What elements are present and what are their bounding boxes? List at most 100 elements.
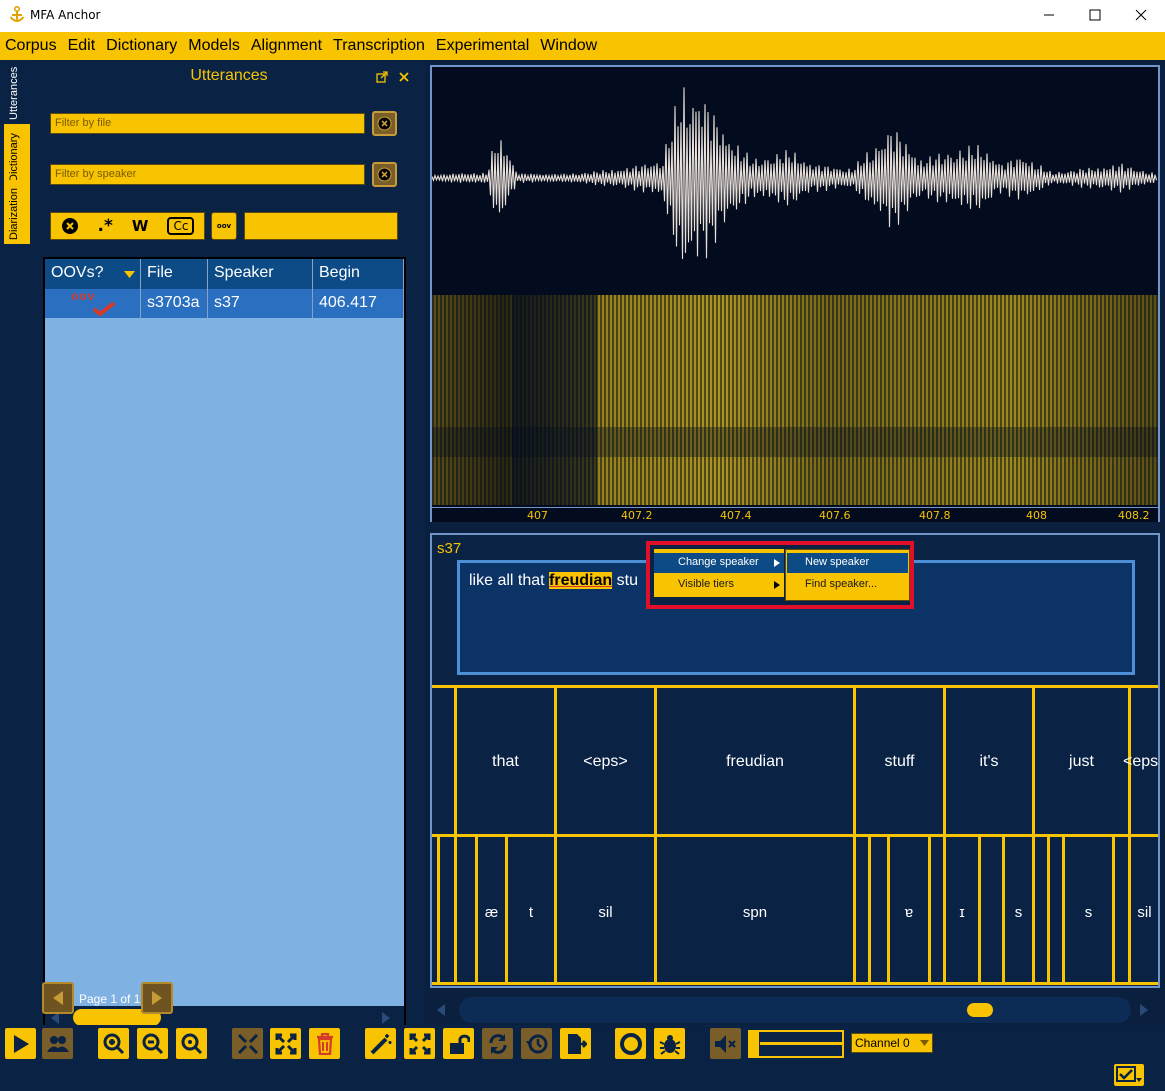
users-icon (46, 1035, 69, 1052)
case-sensitive-toggle[interactable]: Cc (167, 217, 195, 235)
auto-segment-button[interactable] (365, 1028, 396, 1059)
timeline-scrollbar[interactable] (459, 997, 1131, 1023)
phone-interval[interactable]: s (1005, 904, 1032, 921)
phone-interval[interactable]: sil (1131, 904, 1158, 921)
tab-utterances[interactable]: Utterances (4, 64, 30, 122)
panel-title: Utterances (190, 67, 268, 84)
menu-dictionary[interactable]: Dictionary (101, 37, 182, 55)
scroll-left-icon[interactable] (437, 1004, 445, 1016)
column-header-file[interactable]: File (141, 259, 208, 289)
search-options: .* W Cc (50, 212, 205, 240)
menu-item-new-speaker[interactable]: New speaker (787, 553, 908, 573)
menu-window[interactable]: Window (535, 37, 602, 55)
play-button[interactable] (5, 1028, 36, 1059)
zoom-to-selection-button[interactable] (176, 1028, 207, 1059)
zoom-out-icon (142, 1033, 163, 1054)
file-filter-input[interactable]: Filter by file (50, 113, 365, 134)
merge-utterances-button[interactable] (232, 1028, 263, 1059)
undock-icon[interactable] (376, 71, 388, 83)
word-interval[interactable]: <eps (1123, 753, 1158, 771)
time-tick: 407.8 (919, 509, 951, 522)
search-input[interactable] (244, 212, 398, 240)
scroll-right-icon[interactable] (1140, 1004, 1148, 1016)
phone-interval[interactable]: t (508, 904, 554, 921)
help-button[interactable] (615, 1028, 646, 1059)
menu-alignment[interactable]: Alignment (246, 37, 327, 55)
time-tick: 408.2 (1118, 509, 1150, 522)
alignment-tiers: that <eps> freudian stuff it's just <eps… (432, 685, 1158, 985)
report-bug-button[interactable] (654, 1028, 685, 1059)
speaker-filter-input[interactable]: Filter by speaker (50, 164, 365, 185)
oov-word-highlight[interactable]: freudian (549, 572, 613, 589)
column-header-oovs[interactable]: OOVs? (45, 259, 141, 289)
word-interval[interactable]: <eps> (557, 753, 654, 771)
clear-speaker-filter-button[interactable] (372, 162, 397, 187)
menu-corpus[interactable]: Corpus (0, 37, 62, 55)
zoom-fit-icon (181, 1033, 202, 1054)
whole-word-toggle[interactable]: W (132, 217, 149, 235)
phone-interval[interactable]: s (1065, 904, 1112, 921)
sort-descending-icon (124, 271, 135, 278)
clear-file-filter-button[interactable] (372, 111, 397, 136)
oov-badge-label: oov (71, 289, 96, 303)
zoom-out-button[interactable] (137, 1028, 168, 1059)
clear-icon (377, 167, 392, 182)
maximize-button[interactable] (1072, 0, 1118, 30)
volume-slider[interactable] (748, 1030, 844, 1058)
menu-models[interactable]: Models (183, 37, 245, 55)
delete-utterance-button[interactable] (309, 1028, 340, 1059)
phone-interval[interactable]: æ (478, 904, 505, 921)
page-indicator: Page 1 of 1 (79, 992, 141, 1006)
channel-select[interactable]: Channel 0 (851, 1033, 933, 1053)
previous-page-button[interactable] (42, 982, 74, 1014)
chevron-left-icon (53, 991, 63, 1005)
column-header-speaker[interactable]: Speaker (208, 259, 313, 289)
side-tab-strip: Utterances Dictionary Diarization (0, 60, 33, 1025)
volume-handle[interactable] (750, 1032, 759, 1056)
menu-item-find-speaker[interactable]: Find speaker... (787, 575, 908, 595)
mute-button[interactable] (710, 1028, 741, 1059)
file-cell: s3703a (141, 289, 208, 318)
word-interval[interactable]: freudian (657, 753, 853, 771)
column-header-begin[interactable]: Begin (313, 259, 404, 289)
phone-interval[interactable]: spn (657, 904, 853, 921)
speakers-button[interactable] (42, 1028, 73, 1059)
time-tick: 408 (1026, 509, 1047, 522)
phone-interval[interactable]: ɐ (890, 904, 928, 921)
word-interval[interactable]: stuff (856, 753, 943, 771)
status-indicator[interactable] (1114, 1064, 1144, 1086)
menu-item-visible-tiers[interactable]: Visible tiers (654, 575, 784, 595)
oov-filter-button[interactable]: oov (211, 212, 237, 240)
phone-interval[interactable]: ɪ (946, 904, 978, 921)
regex-toggle[interactable]: .* (98, 216, 113, 236)
word-interval[interactable]: that (457, 753, 554, 771)
close-panel-icon[interactable] (399, 72, 409, 82)
minimize-button[interactable] (1026, 0, 1072, 30)
utterance-text: like all that freudian stu (469, 572, 638, 589)
history-button[interactable] (521, 1028, 552, 1059)
menu-transcription[interactable]: Transcription (328, 37, 430, 55)
next-page-button[interactable] (141, 982, 173, 1014)
word-interval[interactable]: it's (946, 753, 1032, 771)
export-button[interactable] (560, 1028, 591, 1059)
waveform-spectrogram-view[interactable]: 407 407.2 407.4 407.6 407.8 408 408.2 (430, 65, 1160, 522)
checkmark-icon (92, 302, 116, 316)
clear-search-icon[interactable] (61, 217, 79, 235)
close-button[interactable] (1118, 0, 1164, 30)
phone-interval[interactable]: sil (557, 904, 654, 921)
expand-button[interactable] (404, 1028, 435, 1059)
speaker-label: s37 (437, 540, 462, 557)
split-utterances-button[interactable] (270, 1028, 301, 1059)
sync-button[interactable] (482, 1028, 513, 1059)
zoom-in-button[interactable] (98, 1028, 129, 1059)
scroll-right-icon[interactable] (382, 1012, 390, 1024)
menu-experimental[interactable]: Experimental (431, 37, 534, 55)
menu-item-change-speaker[interactable]: Change speaker (654, 553, 784, 573)
menu-edit[interactable]: Edit (63, 37, 101, 55)
lock-button[interactable] (443, 1028, 474, 1059)
word-interval[interactable]: just (1035, 753, 1128, 771)
submenu-arrow-icon (774, 581, 780, 589)
tab-diarization[interactable]: Diarization (4, 180, 30, 242)
timeline-scroll-thumb[interactable] (967, 1003, 993, 1017)
speaker-cell: s37 (208, 289, 313, 318)
